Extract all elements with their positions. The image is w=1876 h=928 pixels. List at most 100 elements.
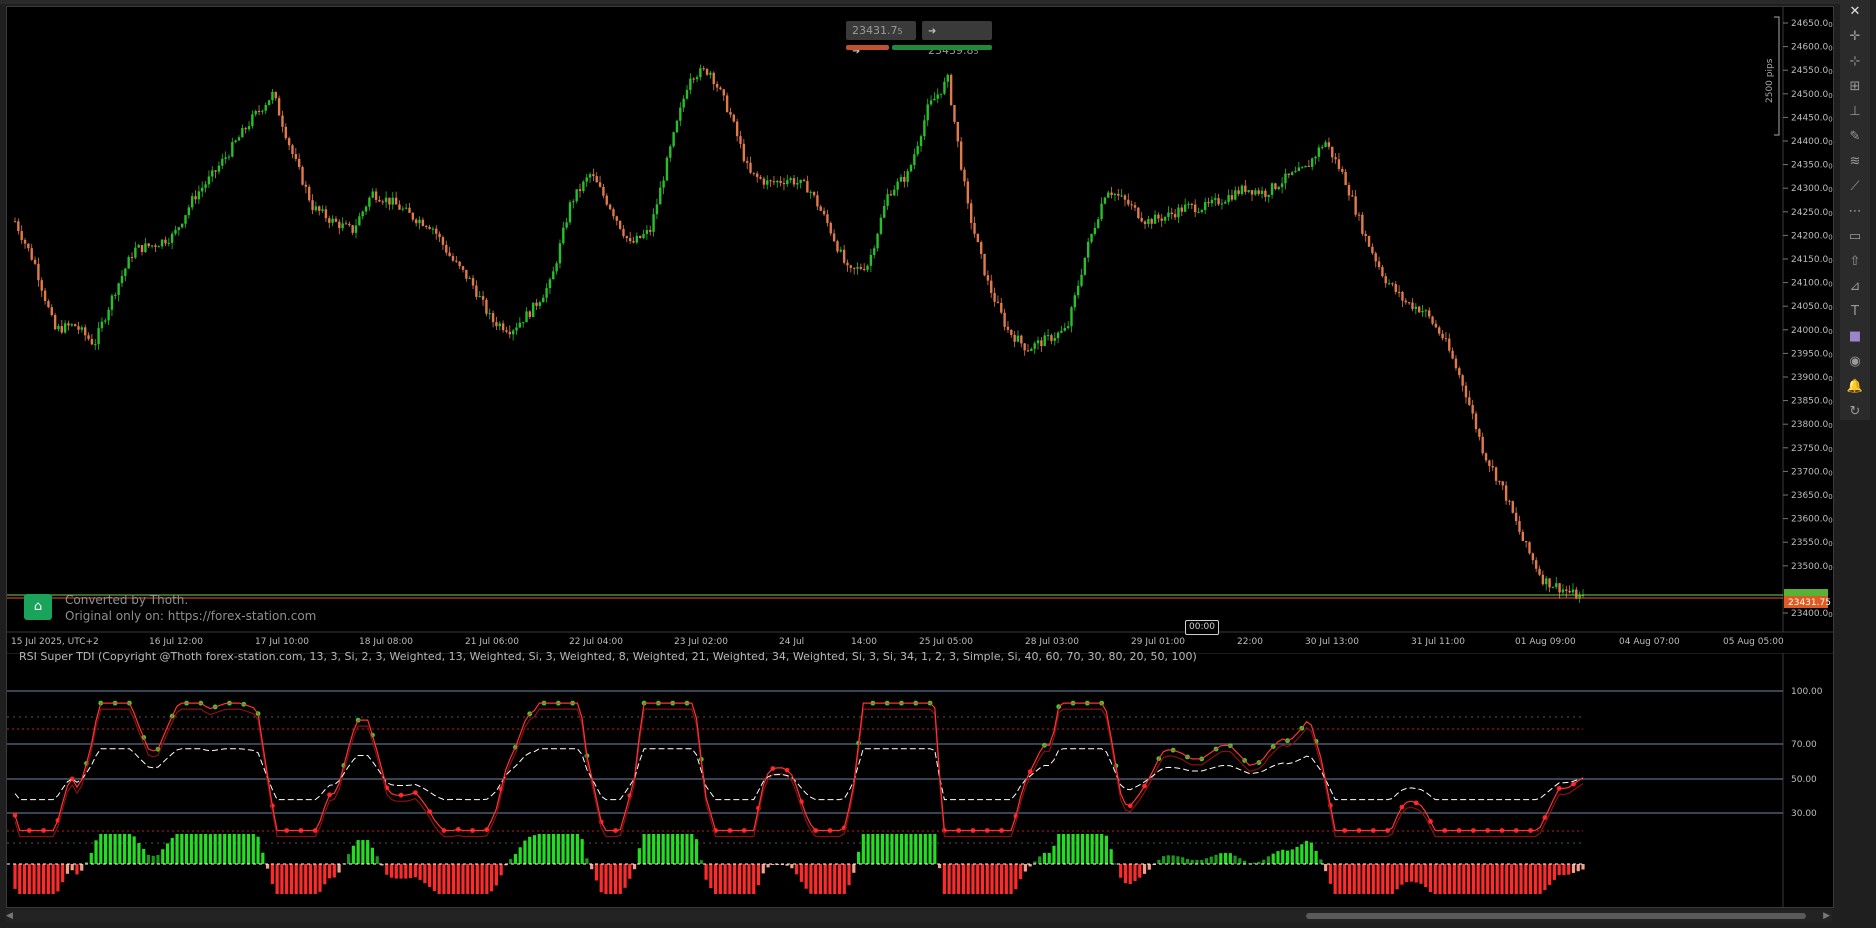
scroll-left-arrow-icon[interactable]: ◀	[6, 910, 13, 922]
color-swatch-icon[interactable]: ■	[1844, 327, 1866, 347]
histogram-bar	[671, 834, 675, 864]
candle-body	[725, 95, 729, 112]
candle-body	[789, 178, 792, 181]
text-icon[interactable]: T	[1844, 302, 1866, 322]
histogram-bar	[213, 834, 217, 864]
candle-body	[893, 189, 896, 196]
alert-icon[interactable]: 🔔	[1844, 377, 1866, 397]
candle-body	[973, 222, 976, 234]
candle-body	[1354, 196, 1357, 215]
price-label: 23800.00	[1791, 420, 1833, 430]
histogram-bar	[237, 834, 241, 864]
candle-body	[455, 260, 458, 262]
buy-price-box[interactable]: ➜ 23439.85	[922, 21, 992, 57]
histogram-bar	[1119, 864, 1123, 878]
horizontal-line-icon[interactable]: ⊥	[1844, 102, 1866, 122]
trendline-icon[interactable]: ⟋	[1844, 177, 1866, 197]
histogram-bar	[980, 864, 985, 894]
candle-body	[665, 157, 669, 181]
rectangle-dotted-icon[interactable]: ⋯	[1844, 202, 1866, 222]
candle-body	[384, 197, 388, 203]
close-icon[interactable]: ✕	[1844, 2, 1866, 22]
candle-body	[976, 233, 980, 243]
histogram-bar	[723, 864, 727, 894]
candle-body	[682, 98, 685, 108]
chart-frame[interactable]: 24650.00 24600.00 24550.00 24500.00 24450.00…	[6, 6, 1834, 908]
indicator-panel-plot[interactable]: 100.00 70.00 50.00 30.00	[7, 653, 1833, 907]
crosshair-icon[interactable]: ✛	[1844, 27, 1866, 47]
candle-body	[378, 199, 381, 202]
candle-body	[301, 167, 304, 185]
histogram-bar	[1042, 852, 1047, 864]
candle-body	[1454, 358, 1458, 369]
histogram-bar	[590, 864, 594, 870]
histogram-bar	[1362, 864, 1366, 894]
candle-body	[1508, 500, 1511, 502]
histogram-bar	[718, 864, 722, 894]
scroll-thumb[interactable]	[1306, 913, 1806, 919]
sell-price-box[interactable]: 23431.75 ➜	[846, 21, 916, 57]
candle-body	[1107, 192, 1110, 198]
candle-body	[1494, 467, 1498, 481]
candle-body	[659, 187, 662, 205]
candle-body	[23, 239, 27, 244]
histogram-bar	[509, 859, 513, 864]
horizontal-scrollbar[interactable]: ◀ ▶	[6, 910, 1832, 922]
candle-body	[17, 221, 20, 232]
fibonacci-icon[interactable]: ≋	[1844, 152, 1866, 172]
candle-body	[1170, 212, 1173, 215]
histogram-bar	[1171, 855, 1175, 864]
measure-icon[interactable]: ⊿	[1844, 277, 1866, 297]
histogram-bar	[289, 864, 294, 894]
price-label-sub: 0	[1828, 422, 1832, 430]
candle-body	[224, 157, 227, 159]
histogram-bar	[499, 864, 503, 876]
candle-body	[1461, 375, 1464, 386]
candle-body	[261, 110, 264, 112]
histogram-bar	[1223, 852, 1228, 864]
candle-body	[1341, 169, 1344, 172]
candle-body	[391, 197, 394, 205]
histogram-bar	[1447, 864, 1452, 894]
price-label: 24000.00	[1791, 326, 1833, 336]
histogram-bar	[985, 864, 989, 894]
candle-body	[43, 290, 47, 302]
candle-body	[545, 288, 548, 298]
camera-icon[interactable]: ◉	[1844, 352, 1866, 372]
add-line-icon[interactable]: ⊞	[1844, 77, 1866, 97]
histogram-bar	[694, 839, 699, 864]
candle-body	[1411, 302, 1414, 309]
candle-body	[1357, 214, 1361, 216]
cursor-icon[interactable]: ⊹	[1844, 52, 1866, 72]
price-chart[interactable]: 24650.00 24600.00 24550.00 24500.00 24450.00…	[7, 7, 1833, 647]
candle-body	[1444, 338, 1448, 340]
candle-body	[759, 176, 762, 179]
histogram-bar	[599, 864, 603, 893]
candle-body	[699, 68, 702, 78]
scroll-right-arrow-icon[interactable]: ▶	[1823, 910, 1830, 922]
arrow-up-icon[interactable]: ⇧	[1844, 252, 1866, 272]
candle-body	[702, 68, 705, 70]
candle-body	[809, 191, 812, 193]
replay-icon[interactable]: ↻	[1844, 402, 1866, 422]
histogram-bar	[971, 864, 975, 894]
candle-body	[468, 278, 471, 280]
candle-body	[170, 233, 174, 243]
candle-body	[1438, 327, 1441, 334]
candle-body	[324, 209, 328, 219]
candle-body	[782, 182, 786, 185]
candle-body	[1481, 436, 1484, 454]
candle-body	[1551, 587, 1555, 589]
time-label: 24 Jul	[779, 637, 804, 647]
pencil-icon[interactable]: ✎	[1844, 127, 1866, 147]
histogram-bar	[437, 864, 441, 894]
candle-body	[495, 322, 498, 327]
rectangle-icon[interactable]: ▭	[1844, 227, 1866, 247]
candle-body	[321, 209, 324, 211]
price-label: 24450.00	[1791, 113, 1833, 123]
histogram-bar	[747, 864, 751, 894]
candle-body	[1093, 227, 1097, 234]
histogram-bar	[828, 864, 832, 894]
histogram-bar	[475, 864, 479, 894]
histogram-bar	[1419, 864, 1423, 884]
